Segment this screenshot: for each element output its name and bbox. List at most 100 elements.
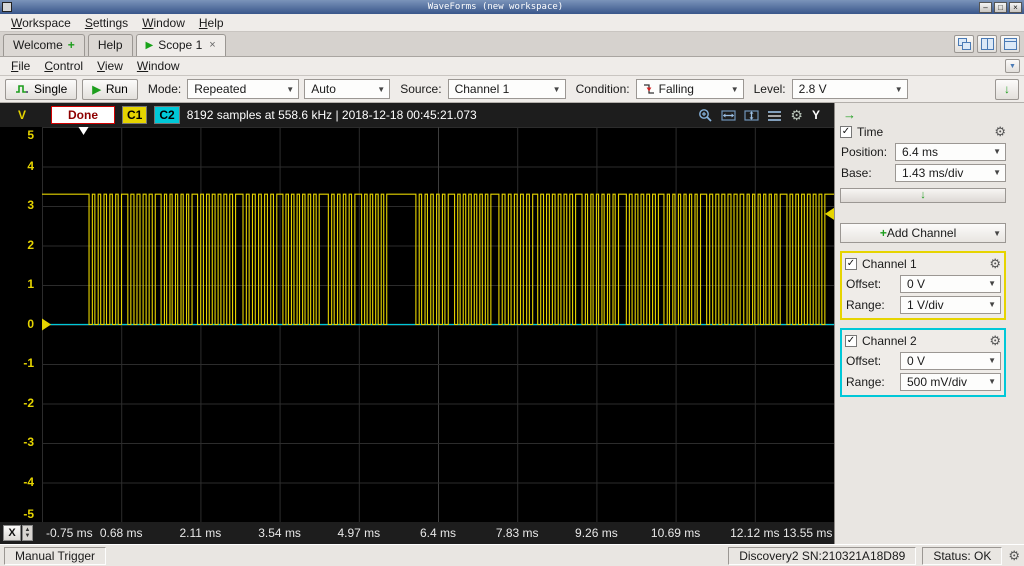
source-select[interactable]: Channel 1 ▼ bbox=[447, 79, 566, 99]
app-window: WaveForms (new workspace) – □ × Workspac… bbox=[0, 0, 1024, 566]
menu-window[interactable]: Window bbox=[135, 15, 192, 31]
chevron-down-icon: ▼ bbox=[552, 84, 561, 94]
chevron-down-icon: ▼ bbox=[993, 228, 1001, 238]
x-axis-button[interactable]: X bbox=[3, 525, 21, 541]
menu-help[interactable]: Help bbox=[192, 15, 231, 31]
add-channel-select[interactable]: +Add Channel ▼ bbox=[840, 223, 1006, 243]
condition-label: Condition: bbox=[575, 82, 630, 96]
y-axis-label: -3 bbox=[23, 435, 34, 449]
condition-select[interactable]: Falling ▼ bbox=[635, 79, 744, 99]
channel1-range-select[interactable]: 1 V/div ▼ bbox=[900, 295, 1001, 314]
time-checkbox[interactable]: ✓ bbox=[840, 125, 852, 138]
tile-windows-button[interactable] bbox=[977, 35, 997, 53]
run-label: Run bbox=[105, 82, 128, 96]
level-select[interactable]: 2.8 V ▼ bbox=[791, 79, 908, 99]
arrow-down-icon: ↓ bbox=[1004, 82, 1010, 96]
maximize-icon[interactable]: □ bbox=[994, 1, 1007, 13]
y-axis-label: 4 bbox=[27, 158, 34, 173]
trigger-auto-select[interactable]: Auto ▼ bbox=[304, 79, 391, 99]
x-axis-stepper[interactable]: ▲ ▼ bbox=[22, 525, 33, 541]
trigger-status: Manual Trigger bbox=[4, 546, 107, 565]
dock-window-button[interactable] bbox=[1000, 35, 1020, 53]
channel1-range-label: Range: bbox=[846, 297, 885, 312]
level-value: 2.8 V bbox=[798, 82, 827, 96]
channel2-offset-label: Offset: bbox=[846, 353, 882, 368]
titlebar[interactable]: WaveForms (new workspace) – □ × bbox=[0, 0, 1024, 14]
menu-workspace[interactable]: Workspace bbox=[4, 15, 78, 31]
channel2-checkbox[interactable]: ✓ bbox=[845, 334, 857, 347]
cascade-icon bbox=[957, 38, 971, 50]
menubar-overflow-button[interactable]: ▼ bbox=[1005, 59, 1020, 73]
channel1-checkbox[interactable]: ✓ bbox=[845, 257, 857, 270]
tab-close-icon[interactable]: × bbox=[207, 39, 215, 51]
measurements-icon[interactable] bbox=[767, 109, 782, 122]
auto-value: Auto bbox=[311, 82, 336, 96]
plot-settings-gear-icon[interactable]: ⚙ bbox=[790, 108, 803, 122]
source-label: Source: bbox=[400, 82, 442, 96]
y-axis-label: 2 bbox=[27, 237, 34, 252]
zoom-y-icon[interactable] bbox=[744, 108, 760, 123]
channel2-panel: ✓ Channel 2 ⚙ Offset: 0 V ▼ Range: 500 m… bbox=[840, 328, 1006, 397]
single-label: Single bbox=[34, 82, 68, 96]
menu-settings[interactable]: Settings bbox=[78, 15, 135, 31]
y-axis-menu-button[interactable]: Y bbox=[810, 108, 828, 122]
channel1-panel: ✓ Channel 1 ⚙ Offset: 0 V ▼ Range: 1 V/d… bbox=[840, 251, 1006, 320]
channel1-offset-select[interactable]: 0 V ▼ bbox=[900, 274, 1001, 293]
channel1-badge[interactable]: C1 bbox=[122, 106, 148, 124]
chevron-down-icon: ▼ bbox=[988, 377, 996, 386]
minimize-icon[interactable]: – bbox=[979, 1, 992, 13]
chevron-down-icon: ▼ bbox=[988, 356, 996, 365]
menu-control[interactable]: Control bbox=[37, 58, 90, 74]
device-gear-icon[interactable]: ⚙ bbox=[1008, 549, 1020, 562]
time-expand-button[interactable]: ↓ bbox=[840, 188, 1006, 203]
channel2-range-select[interactable]: 500 mV/div ▼ bbox=[900, 372, 1001, 391]
y-axis-label: 0 bbox=[27, 316, 34, 331]
chevron-down-icon: ▼ bbox=[730, 84, 739, 94]
menu-window-scope[interactable]: Window bbox=[130, 58, 187, 74]
time-gear-icon[interactable]: ⚙ bbox=[994, 125, 1006, 138]
toolbar-expand-button[interactable]: ↓ bbox=[995, 78, 1019, 100]
capture-toolbar: Single ▶ Run Mode: Repeated ▼ Auto ▼ Sou… bbox=[0, 76, 1024, 103]
y-axis-label: -2 bbox=[23, 395, 34, 410]
channel2-badge[interactable]: C2 bbox=[154, 106, 180, 124]
x-axis-label: -0.75 ms bbox=[45, 526, 93, 540]
chevron-down-icon: ▼ bbox=[988, 279, 996, 288]
time-label: Time bbox=[857, 124, 884, 139]
y-axis-label: 1 bbox=[27, 277, 34, 291]
y-axis-label: -5 bbox=[23, 507, 34, 521]
mode-value: Repeated bbox=[194, 82, 247, 96]
channel1-range-value: 1 V/div bbox=[907, 297, 944, 312]
plot-toolbar-icons: ⚙ bbox=[698, 108, 803, 123]
menu-file[interactable]: File bbox=[4, 58, 37, 74]
waveform-plot[interactable] bbox=[42, 127, 834, 522]
run-button[interactable]: ▶ Run bbox=[82, 78, 138, 100]
channel1-gear-icon[interactable]: ⚙ bbox=[989, 257, 1001, 270]
base-select[interactable]: 1.43 ms/div ▼ bbox=[895, 163, 1006, 182]
close-icon[interactable]: × bbox=[1009, 1, 1022, 13]
x-axis-label: 4.97 ms bbox=[337, 526, 381, 540]
tile-icon bbox=[980, 38, 994, 50]
position-select[interactable]: 6.4 ms ▼ bbox=[895, 142, 1006, 161]
x-axis-label: 7.83 ms bbox=[495, 526, 539, 540]
mode-select[interactable]: Repeated ▼ bbox=[187, 79, 300, 99]
x-axis-label: 2.11 ms bbox=[179, 526, 222, 540]
level-label: Level: bbox=[753, 82, 786, 96]
tab-help[interactable]: Help bbox=[87, 34, 133, 56]
statusbar: Manual Trigger Discovery2 SN:210321A18D8… bbox=[0, 544, 1024, 566]
x-axis-row: X ▲ ▼ -0.75 ms 0.68 ms 2.11 ms 3.54 ms 4.97 m… bbox=[0, 522, 834, 544]
x-axis-label: 3.54 ms bbox=[258, 526, 301, 540]
channel2-gear-icon[interactable]: ⚙ bbox=[989, 334, 1001, 347]
zoom-in-icon[interactable] bbox=[698, 108, 713, 123]
zoom-x-icon[interactable] bbox=[721, 108, 737, 123]
channel2-offset-select[interactable]: 0 V ▼ bbox=[900, 351, 1001, 370]
cascade-windows-button[interactable] bbox=[954, 35, 974, 53]
tabbar-right-buttons bbox=[954, 35, 1020, 56]
collapse-sidebar-arrow-icon[interactable]: → bbox=[843, 107, 856, 122]
tab-welcome[interactable]: Welcome + bbox=[3, 34, 85, 56]
single-button[interactable]: Single bbox=[5, 78, 78, 100]
tab-scope1[interactable]: ▶ Scope 1 × bbox=[135, 34, 226, 56]
menu-view[interactable]: View bbox=[90, 58, 130, 74]
waveform-svg bbox=[42, 127, 834, 522]
acquisition-info: 8192 samples at 558.6 kHz | 2018-12-18 0… bbox=[186, 108, 477, 122]
channel2-offset-value: 0 V bbox=[907, 353, 926, 368]
